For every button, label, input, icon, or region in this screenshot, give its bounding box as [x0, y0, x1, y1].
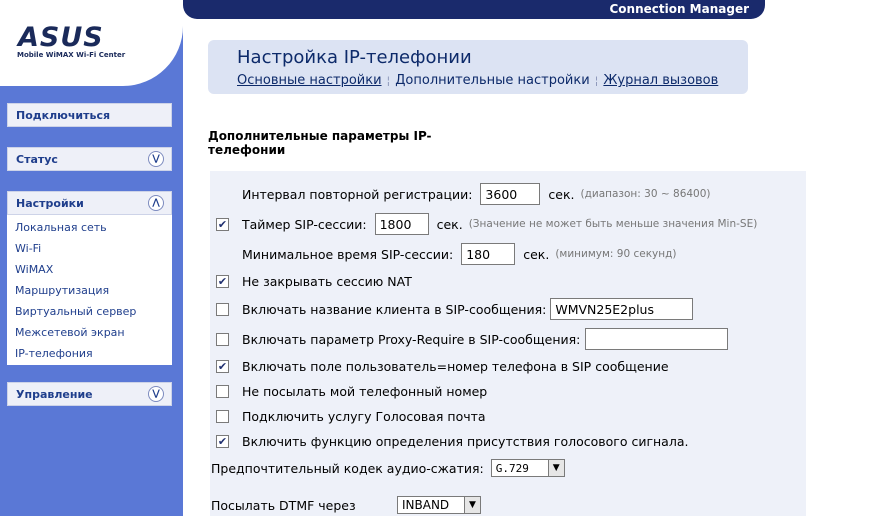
row-client-name: Включать название клиента в SIP-сообщени… [216, 298, 701, 320]
sidebar-item-wimax[interactable]: WiMAX [7, 259, 172, 280]
min-sip-label: Минимальное время SIP-сессии: [242, 246, 454, 262]
row-voicemail: Подключить услугу Голосовая почта [216, 409, 486, 424]
nav-connect[interactable]: Подключиться [7, 103, 172, 127]
reg-interval-unit: сек. [548, 186, 575, 202]
nav-settings-header[interactable]: Настройки ⋀ [7, 191, 172, 215]
chevron-down-icon[interactable]: ⋁ [148, 151, 164, 167]
nav-settings: Настройки ⋀ Локальная сеть Wi-Fi WiMAX М… [7, 191, 172, 365]
user-phone-checkbox[interactable]: ✔ [216, 360, 229, 373]
sip-timer-label: Таймер SIP-сессии: [242, 216, 367, 232]
user-phone-label: Включать поле пользователь=номер телефон… [242, 359, 669, 374]
min-sip-unit: сек. [523, 246, 550, 262]
row-codec: Предпочтительный кодек аудио-сжатия: G.7… [211, 459, 565, 477]
nat-checkbox[interactable]: ✔ [216, 275, 229, 288]
tab-call-log[interactable]: Журнал вызовов [603, 73, 718, 88]
nav-status[interactable]: Статус ⋁ [7, 147, 172, 171]
proxy-require-input[interactable] [585, 328, 729, 350]
client-name-input[interactable]: WMVN25E2plus [550, 298, 694, 320]
app-title: Connection Manager [609, 2, 749, 16]
reg-interval-hint: (диапазон: 30 ~ 86400) [580, 188, 711, 200]
sip-timer-hint: (Значение не может быть меньше значения … [468, 218, 758, 230]
sip-timer-input[interactable]: 1800 [374, 213, 429, 235]
nav-connect-header[interactable]: Подключиться [7, 103, 172, 127]
tab-bar: Основные настройки ¦ Дополнительные настро… [237, 73, 718, 88]
voicemail-label: Подключить услугу Голосовая почта [242, 409, 486, 424]
min-sip-input[interactable]: 180 [461, 243, 516, 265]
row-reg-interval: Интервал повторной регистрации: 3600 сек… [242, 183, 711, 205]
settings-submenu: Локальная сеть Wi-Fi WiMAX Маршрутизация… [7, 215, 172, 364]
row-min-sip: Минимальное время SIP-сессии: 180 сек. (… [242, 243, 676, 265]
codec-value: G.729 [495, 461, 529, 475]
reg-interval-label: Интервал повторной регистрации: [242, 186, 473, 202]
row-user-phone: ✔ Включать поле пользователь=номер телеф… [216, 359, 669, 374]
nav-settings-label: Настройки [16, 196, 84, 210]
title-panel: Настройка IP-телефонии Основные настройк… [208, 40, 748, 94]
sip-timer-checkbox[interactable]: ✔ [216, 217, 229, 231]
tab-basic-settings[interactable]: Основные настройки [237, 73, 382, 88]
nav-management[interactable]: Управление ⋁ [7, 382, 172, 406]
row-dtmf: Посылать DTMF через INBAND ▼ [211, 496, 481, 514]
dtmf-value: INBAND [402, 498, 450, 512]
client-name-checkbox[interactable] [216, 302, 229, 316]
sip-timer-unit: сек. [436, 216, 463, 232]
sidebar-item-firewall[interactable]: Межсетевой экран [7, 322, 172, 343]
logo-area: ASUS Mobile WiMAX Wi-Fi Center [0, 0, 183, 86]
codec-label: Предпочтительный кодек аудио-сжатия: [211, 460, 484, 476]
no-number-checkbox[interactable] [216, 385, 229, 398]
chevron-down-icon[interactable]: ⋁ [148, 386, 164, 402]
voicemail-checkbox[interactable] [216, 410, 229, 423]
row-voice-detect: ✔ Включить функцию определения присутств… [216, 434, 688, 449]
min-sip-hint: (минимум: 90 секунд) [555, 248, 677, 260]
no-number-label: Не посылать мой телефонный номер [242, 384, 488, 399]
row-no-number: Не посылать мой телефонный номер [216, 384, 487, 399]
header-bar: Connection Manager [183, 0, 765, 19]
dtmf-label: Посылать DTMF через [211, 497, 356, 513]
nat-label: Не закрывать сессию NAT [242, 274, 412, 289]
tab-advanced-settings[interactable]: Дополнительные настройки [395, 73, 589, 88]
nav-status-header[interactable]: Статус ⋁ [7, 147, 172, 171]
nav-connect-label: Подключиться [16, 108, 111, 122]
chevron-up-icon[interactable]: ⋀ [148, 195, 164, 211]
dtmf-select[interactable]: INBAND ▼ [397, 496, 481, 514]
dropdown-arrow-icon[interactable]: ▼ [464, 497, 480, 513]
nav-management-header[interactable]: Управление ⋁ [7, 382, 172, 406]
voice-detect-checkbox[interactable]: ✔ [216, 435, 229, 448]
tab-separator: ¦ [386, 74, 391, 87]
sidebar-item-routing[interactable]: Маршрутизация [7, 280, 172, 301]
codec-select[interactable]: G.729 ▼ [490, 459, 565, 477]
tab-separator: ¦ [594, 74, 599, 87]
voice-detect-label: Включить функцию определения присутствия… [242, 434, 689, 449]
client-name-label: Включать название клиента в SIP-сообщени… [242, 301, 547, 317]
proxy-require-label: Включать параметр Proxy-Require в SIP-со… [242, 331, 581, 347]
proxy-require-checkbox[interactable] [216, 332, 229, 346]
row-proxy-require: Включать параметр Proxy-Require в SIP-со… [216, 328, 736, 350]
sidebar-item-lan[interactable]: Локальная сеть [7, 217, 172, 238]
logo-subtitle: Mobile WiMAX Wi-Fi Center [17, 51, 126, 59]
section-title: Дополнительные параметры IP-телефонии [208, 129, 432, 157]
nav-management-label: Управление [16, 387, 93, 401]
sidebar-item-wifi[interactable]: Wi-Fi [7, 238, 172, 259]
sidebar: ASUS Mobile WiMAX Wi-Fi Center Подключит… [0, 0, 183, 516]
sidebar-item-virtual-server[interactable]: Виртуальный сервер [7, 301, 172, 322]
asus-logo: ASUS [18, 22, 104, 53]
sidebar-item-voip[interactable]: IP-телефония [7, 343, 172, 364]
page-title: Настройка IP-телефонии [237, 47, 472, 68]
reg-interval-input[interactable]: 3600 [480, 183, 541, 205]
dropdown-arrow-icon[interactable]: ▼ [547, 460, 564, 476]
row-nat: ✔ Не закрывать сессию NAT [216, 274, 412, 289]
nav-status-label: Статус [16, 152, 58, 166]
row-sip-timer: ✔ Таймер SIP-сессии: 1800 сек. (Значение… [216, 213, 757, 235]
